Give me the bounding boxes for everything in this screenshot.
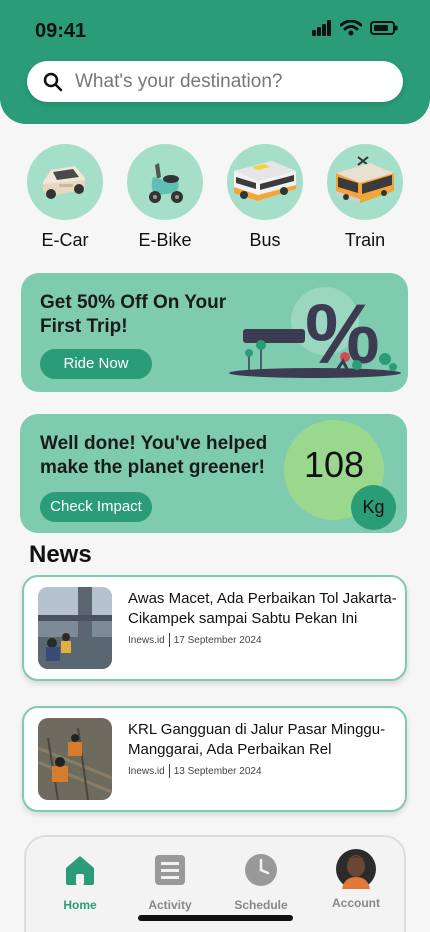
meta-divider — [168, 764, 170, 778]
svg-text:%: % — [305, 287, 380, 381]
tab-label: Account — [332, 896, 380, 910]
news-card[interactable]: Awas Macet, Ada Perbaikan Tol Jakarta-Ci… — [22, 575, 407, 681]
news-heading: News — [29, 541, 92, 568]
car-icon — [43, 166, 85, 199]
scooter-icon — [149, 163, 183, 203]
news-source: Inews.id — [128, 765, 165, 777]
news-card[interactable]: KRL Gangguan di Jalur Pasar Minggu-Mangg… — [22, 706, 407, 812]
search-placeholder: What's your destination? — [75, 70, 283, 92]
impact-unit: Kg — [351, 485, 396, 530]
mode-train[interactable]: Train — [327, 144, 403, 251]
news-source: Inews.id — [128, 634, 165, 646]
avatar — [336, 849, 376, 889]
mode-label: E-Bike — [138, 230, 192, 250]
mode-e-bike[interactable]: E-Bike — [127, 144, 203, 251]
promo-title: Get 50% Off On Your First Trip! — [40, 292, 227, 337]
ride-now-button[interactable]: Ride Now — [40, 349, 152, 379]
mode-label: E-Car — [41, 230, 89, 250]
mode-label: Bus — [249, 230, 281, 250]
tab-home[interactable]: Home — [45, 853, 115, 912]
news-meta: Inews.id 13 September 2024 — [128, 764, 262, 778]
news-meta: Inews.id 17 September 2024 — [128, 633, 262, 647]
tab-schedule[interactable]: Schedule — [226, 853, 296, 912]
home-icon — [66, 856, 94, 885]
tab-label: Schedule — [234, 898, 288, 912]
list-icon — [155, 855, 185, 885]
home-indicator — [138, 915, 293, 921]
check-impact-button[interactable]: Check Impact — [40, 492, 152, 522]
impact-title: Well done! You've helped make the planet… — [40, 433, 268, 478]
discount-illustration: % — [229, 287, 401, 381]
mode-e-car[interactable]: E-Car — [27, 144, 103, 251]
status-icons — [312, 20, 398, 36]
news-thumbnail — [38, 718, 112, 800]
promo-card: Get 50% Off On Your First Trip! Ride Now… — [21, 273, 408, 392]
mode-label: Train — [344, 230, 386, 250]
news-thumbnail — [38, 587, 112, 669]
clock-icon — [245, 854, 277, 886]
signal-icon — [312, 20, 331, 36]
search-icon — [43, 72, 63, 91]
tab-label: Home — [63, 898, 97, 912]
mode-bus[interactable]: Bus — [227, 144, 303, 251]
status-time: 09:41 — [35, 20, 87, 42]
train-icon — [336, 156, 394, 203]
impact-card: Well done! You've helped make the planet… — [20, 414, 407, 533]
bus-icon — [234, 161, 296, 201]
tab-label: Activity — [148, 898, 192, 912]
news-headline: Awas Macet, Ada Perbaikan Tol Jakarta-Ci… — [128, 590, 397, 627]
meta-divider — [168, 633, 170, 647]
tab-account[interactable]: Account — [321, 849, 391, 910]
news-date: 17 September 2024 — [173, 634, 262, 646]
news-date: 13 September 2024 — [173, 765, 262, 777]
impact-value: 108 — [303, 444, 365, 485]
battery-icon — [370, 21, 398, 35]
header: 09:41 What's your destination? — [0, 0, 430, 124]
news-headline: KRL Gangguan di Jalur Pasar Minggu-Mangg… — [128, 721, 386, 758]
wifi-icon — [340, 20, 362, 36]
tab-activity[interactable]: Activity — [135, 853, 205, 912]
search-input[interactable]: What's your destination? — [27, 61, 403, 102]
